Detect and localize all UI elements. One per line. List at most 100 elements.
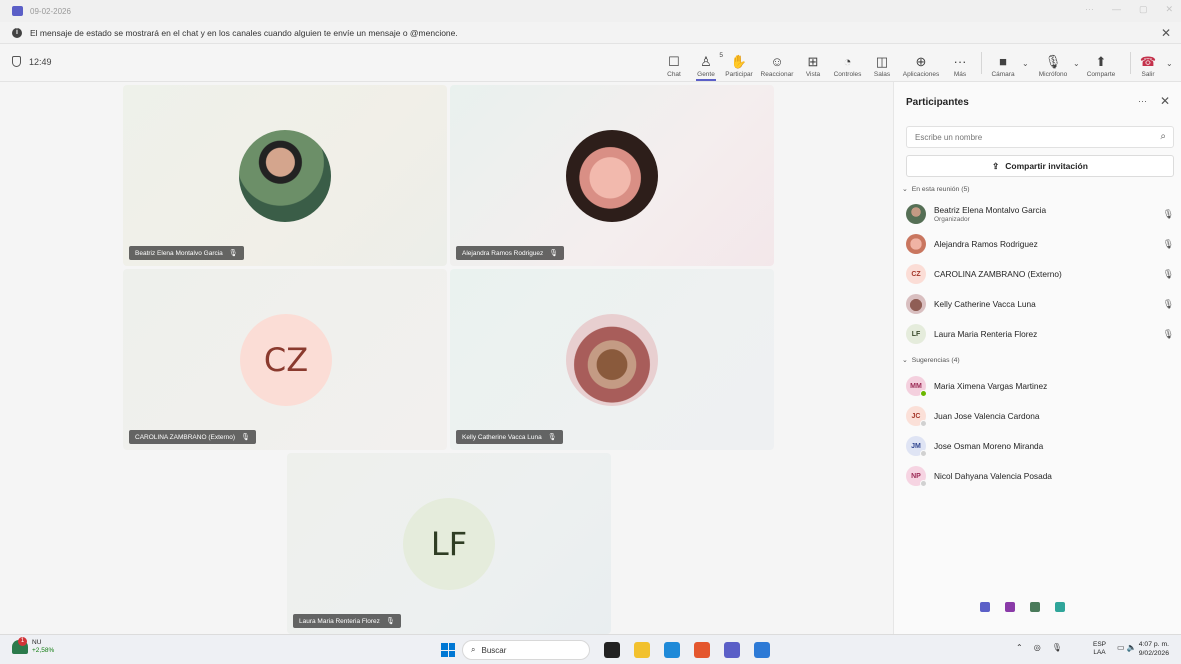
- suggestions-section-toggle[interactable]: ⌄ Sugerencias (4): [902, 356, 960, 365]
- rooms-button[interactable]: ◫ Salas: [872, 48, 892, 78]
- apps-label: Aplicaciones: [902, 71, 940, 78]
- toolbar-divider: [1130, 52, 1131, 74]
- video-tile[interactable]: Beatriz Elena Montalvo Garcia 🎙: [123, 85, 447, 266]
- video-tile[interactable]: Kelly Catherine Vacca Luna 🎙: [450, 269, 774, 450]
- participant-photo: [566, 314, 658, 406]
- teams-app-icon[interactable]: [980, 602, 990, 612]
- share-invite-button[interactable]: ⇪ Compartir invitación: [906, 155, 1174, 177]
- participant-name: Kelly Catherine Vacca Luna: [934, 299, 1036, 309]
- task-view-icon[interactable]: [604, 642, 620, 658]
- video-tile[interactable]: LF Laura Maria Renteria Florez 🎙: [287, 453, 611, 634]
- volume-tray[interactable]: ▭ 🔈: [1117, 643, 1137, 652]
- chat-button[interactable]: ☐ Chat: [664, 48, 684, 78]
- status-banner: i El mensaje de estado se mostrará en el…: [0, 22, 1181, 44]
- taskbar: 1 NU +2,58% ⌕ Buscar ⌃ ◎ 🎙 ESP LAA ▭ 🔈 4…: [0, 634, 1181, 664]
- more-icon[interactable]: ···: [1085, 4, 1094, 15]
- chrome-icon[interactable]: [694, 642, 710, 658]
- add-app-icon: ⊕: [915, 54, 927, 69]
- leave-label: Salir: [1141, 71, 1155, 78]
- chevron-up-icon[interactable]: ⌃: [1016, 643, 1023, 652]
- participant-row[interactable]: Kelly Catherine Vacca Luna 🎙: [906, 291, 1176, 317]
- participants-panel: Participantes ··· ✕ ⌕ ⇪ Compartir invita…: [893, 82, 1181, 634]
- participant-row[interactable]: LF Laura Maria Renteria Florez 🎙: [906, 321, 1176, 347]
- avatar: NP: [906, 466, 927, 487]
- view-button[interactable]: ⊞ Vista: [803, 48, 823, 78]
- suggestion-row[interactable]: JC Juan Jose Valencia Cardona: [906, 403, 1176, 429]
- react-button[interactable]: ☺ Reaccionar: [759, 48, 795, 78]
- network-icon[interactable]: ◎: [1034, 643, 1041, 652]
- participant-row[interactable]: CZ CAROLINA ZAMBRANO (Externo) 🎙: [906, 261, 1176, 287]
- widgets-button[interactable]: 1 NU +2,58%: [12, 637, 54, 655]
- in-meeting-section-toggle[interactable]: ⌄ En esta reunión (5): [902, 185, 970, 194]
- app-icon[interactable]: [1030, 602, 1040, 612]
- apps-button[interactable]: ⊕ Aplicaciones: [901, 48, 941, 78]
- app-icon[interactable]: [1055, 602, 1065, 612]
- participant-search-input[interactable]: [907, 127, 1137, 147]
- tile-name: Beatriz Elena Montalvo Garcia: [135, 249, 223, 257]
- panel-close-icon[interactable]: ✕: [1160, 94, 1170, 108]
- avatar: LF: [906, 324, 926, 344]
- leave-button[interactable]: ☎ Salir: [1138, 48, 1158, 78]
- taskbar-search[interactable]: ⌕ Buscar: [462, 640, 590, 660]
- mic-tray-icon[interactable]: 🎙: [1052, 643, 1062, 652]
- app-icon[interactable]: [1005, 602, 1015, 612]
- video-tile[interactable]: Alejandra Ramos Rodriguez 🎙: [450, 85, 774, 266]
- camera-options-chevron-icon[interactable]: ⌄: [1022, 59, 1029, 68]
- start-button[interactable]: [441, 643, 455, 657]
- mic-options-chevron-icon[interactable]: ⌄: [1073, 59, 1080, 68]
- suggestion-row[interactable]: JM Jose Osman Moreno Miranda: [906, 433, 1176, 459]
- share-icon: ⬆: [1095, 54, 1107, 69]
- suggestion-row[interactable]: MM Maria Ximena Vargas Martinez: [906, 373, 1176, 399]
- emoji-icon: ☺: [770, 54, 784, 69]
- share-invite-label: Compartir invitación: [1005, 161, 1088, 171]
- taskbar-search-label: Buscar: [481, 645, 507, 655]
- video-tile[interactable]: CZ CAROLINA ZAMBRANO (Externo) 🎙: [123, 269, 447, 450]
- maximize-icon[interactable]: ▢: [1139, 4, 1148, 15]
- participant-name: Jose Osman Moreno Miranda: [934, 441, 1044, 451]
- controls-icon: ◔: [843, 54, 852, 69]
- close-window-icon[interactable]: ✕: [1165, 4, 1173, 15]
- system-tray: ⌃ ◎ 🎙: [1016, 643, 1062, 652]
- minimize-icon[interactable]: —: [1112, 4, 1121, 15]
- share-button[interactable]: ⬆ Comparte: [1084, 48, 1118, 78]
- mic-muted-icon: 🎙: [1162, 328, 1174, 339]
- people-icon: ♙: [700, 54, 712, 69]
- participant-initials: LF: [403, 498, 495, 590]
- stock-widget-icon: 1: [12, 637, 28, 654]
- view-label: Vista: [805, 71, 821, 78]
- people-count: 5: [719, 52, 723, 59]
- participant-name: Maria Ximena Vargas Martinez: [934, 381, 1048, 391]
- participant-search: ⌕: [906, 126, 1174, 148]
- mic-muted-icon: 🎙: [1162, 268, 1174, 279]
- controls-label: Controles: [833, 71, 862, 78]
- mic-button[interactable]: 🎙 Micrófono: [1036, 48, 1070, 78]
- suggestion-row[interactable]: NP Nicol Dahyana Valencia Posada: [906, 463, 1176, 489]
- notification-badge: 1: [18, 637, 27, 646]
- timer-text: 12:49: [29, 56, 52, 67]
- avatar-initials: JM: [911, 442, 921, 450]
- camera-button[interactable]: ■ Cámara: [990, 48, 1016, 78]
- language-indicator[interactable]: ESP LAA: [1093, 641, 1106, 657]
- more-button[interactable]: ··· Más: [950, 48, 970, 78]
- avatar: MM: [906, 376, 927, 397]
- clock[interactable]: 4:07 p. m. 9/02/2026: [1139, 640, 1169, 658]
- teams-app-icon: [12, 6, 23, 16]
- mic-muted-icon: 🎙: [385, 618, 395, 625]
- participant-row[interactable]: Beatriz Elena Montalvo Garcia Organizado…: [906, 201, 1176, 227]
- controls-button[interactable]: ◔ Controles: [831, 48, 864, 78]
- people-button[interactable]: ♙ 5 Gente: [694, 48, 723, 81]
- avatar: JM: [906, 436, 927, 457]
- file-explorer-icon[interactable]: [634, 642, 650, 658]
- panel-more-icon[interactable]: ···: [1138, 96, 1147, 106]
- teams-icon[interactable]: [724, 642, 740, 658]
- raise-hand-button[interactable]: ✋ Participar: [724, 48, 754, 78]
- leave-options-chevron-icon[interactable]: ⌄: [1166, 59, 1173, 68]
- outlook-icon[interactable]: [754, 642, 770, 658]
- mic-muted-icon: 🎙: [241, 434, 250, 441]
- lang-top: ESP: [1093, 641, 1107, 648]
- close-banner-icon[interactable]: ✕: [1161, 26, 1171, 40]
- chevron-down-icon: ⌄: [902, 186, 908, 193]
- edge-icon[interactable]: [664, 642, 680, 658]
- participant-name: Nicol Dahyana Valencia Posada: [934, 471, 1052, 481]
- participant-row[interactable]: Alejandra Ramos Rodriguez 🎙: [906, 231, 1176, 257]
